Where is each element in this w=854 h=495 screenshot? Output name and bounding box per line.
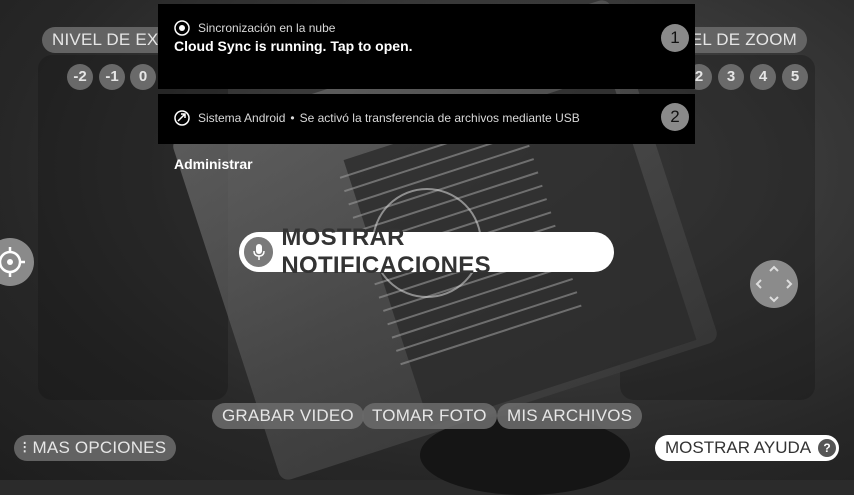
help-icon: ? (818, 439, 837, 457)
zoom-value-5[interactable]: 5 (782, 64, 808, 90)
manage-notification-button[interactable]: Administrar (174, 156, 253, 172)
exposure-value-minus1[interactable]: -1 (99, 64, 125, 90)
show-help-button[interactable]: MOSTRAR AYUDA ? (655, 435, 839, 461)
more-options-label: MAS OPCIONES (32, 438, 167, 457)
notification-app-name: Sincronización en la nube (198, 21, 336, 35)
exposure-value-0[interactable]: 0 (130, 64, 156, 90)
exposure-value-minus2[interactable]: -2 (67, 64, 93, 90)
crosshair-icon (0, 247, 25, 277)
cloud-sync-app-icon (174, 20, 190, 36)
more-options-icon: ⁝ (22, 438, 28, 457)
voice-command-label: MOSTRAR NOTIFICACIONES (281, 224, 491, 279)
notification-app-name: Sistema Android (198, 111, 286, 125)
notification-cloud-sync[interactable]: Sincronización en la nube Cloud Sync is … (158, 4, 695, 89)
take-photo-button[interactable]: TOMAR FOTO (362, 403, 497, 429)
notification-title: Cloud Sync is running. Tap to open. (174, 38, 413, 54)
zoom-value-4[interactable]: 4 (750, 64, 776, 90)
microphone-icon (244, 237, 274, 267)
more-options-button[interactable]: ⁝ MAS OPCIONES (14, 435, 177, 461)
notification-text: Se activó la transferencia de archivos m… (299, 111, 580, 125)
voice-command-indicator[interactable]: MOSTRAR NOTIFICACIONES (239, 224, 614, 279)
record-video-button[interactable]: GRABAR VIDEO (212, 403, 364, 429)
android-system-icon (174, 110, 190, 126)
notification-usb-transfer[interactable]: Sistema Android • Se activó la transfere… (158, 94, 695, 144)
notification-separator: • (290, 111, 295, 125)
arrows-icon (755, 265, 793, 303)
zoom-value-3[interactable]: 3 (718, 64, 744, 90)
my-files-button[interactable]: MIS ARCHIVOS (497, 403, 643, 429)
pan-button[interactable] (750, 260, 798, 308)
notification-number-badge-1: 1 (661, 24, 689, 52)
notification-number-badge-2: 2 (661, 103, 689, 131)
show-help-label: MOSTRAR AYUDA (665, 438, 812, 457)
